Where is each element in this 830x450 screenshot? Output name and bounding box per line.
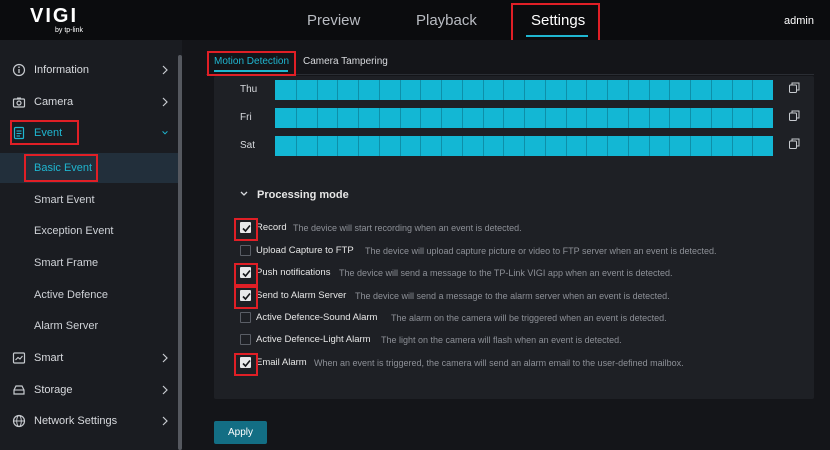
sidebar-item-label: Camera xyxy=(34,96,74,108)
sidebar-item-label: Storage xyxy=(34,384,73,396)
schedule-grid xyxy=(296,108,753,128)
sidebar-item-smart[interactable]: Smart xyxy=(0,343,178,373)
option-upload-capture-ftp[interactable]: Upload Capture to FTP The device will up… xyxy=(238,243,798,259)
sidebar-item-label: Information xyxy=(34,64,90,76)
light-alarm-checkbox[interactable] xyxy=(240,334,251,345)
chevron-right-icon xyxy=(162,385,168,395)
option-send-to-alarm-server[interactable]: Send to Alarm Server The device will sen… xyxy=(238,288,798,304)
checkmark-icon xyxy=(242,224,251,233)
option-push-notifications[interactable]: Push notifications The device will send … xyxy=(238,265,798,281)
sidebar-item-camera[interactable]: Camera xyxy=(0,87,178,117)
option-description: The alarm on the camera will be triggere… xyxy=(391,313,667,323)
sidebar-subitem-smart-event[interactable]: Smart Event xyxy=(0,185,178,215)
nav-playback[interactable]: Playback xyxy=(416,11,477,31)
camera-icon xyxy=(12,97,26,108)
tab-camera-tampering[interactable]: Camera Tampering xyxy=(303,56,388,68)
push-notifications-checkbox[interactable] xyxy=(240,267,251,278)
sidebar-item-label: Smart xyxy=(34,352,64,364)
checkmark-icon xyxy=(242,359,251,368)
sidebar-subitem-active-defence[interactable]: Active Defence xyxy=(0,280,178,310)
sidebar-subitem-label: Exception Event xyxy=(34,225,114,237)
sidebar-item-storage[interactable]: Storage xyxy=(0,375,178,405)
option-name: Push notifications xyxy=(256,267,331,278)
sidebar-item-label: Event xyxy=(34,127,63,139)
sidebar-subitem-label: Alarm Server xyxy=(34,320,99,332)
chevron-right-icon xyxy=(162,353,168,363)
option-description: The device will start recording when an … xyxy=(293,223,522,233)
option-email-alarm[interactable]: Email Alarm When an event is triggered, … xyxy=(238,355,798,371)
info-icon xyxy=(12,63,26,77)
sidebar-subitem-label: Smart Frame xyxy=(34,257,99,269)
tab-motion-detection[interactable]: Motion Detection xyxy=(214,56,289,68)
sidebar-subitem-label: Active Defence xyxy=(34,289,108,301)
sidebar-subitem-smart-frame[interactable]: Smart Frame xyxy=(0,248,178,278)
sidebar-scrollbar[interactable] xyxy=(178,55,182,450)
day-label-sat: Sat xyxy=(240,140,256,151)
globe-icon xyxy=(12,414,26,428)
option-name: Active Defence-Sound Alarm xyxy=(256,312,378,323)
schedule-bar-fri[interactable] xyxy=(275,108,773,128)
schedule-grid xyxy=(296,80,753,100)
option-name: Email Alarm xyxy=(256,357,307,368)
option-name: Upload Capture to FTP xyxy=(256,245,354,256)
sidebar-subitem-basic-event[interactable]: Basic Event xyxy=(0,153,178,183)
option-name: Active Defence-Light Alarm xyxy=(256,334,371,345)
sidebar-item-event[interactable]: Event xyxy=(0,118,178,148)
sidebar-item-information[interactable]: Information xyxy=(0,55,178,85)
day-label-fri: Fri xyxy=(240,112,252,123)
logo-text: VIGI xyxy=(30,5,79,27)
option-description: When an event is triggered, the camera w… xyxy=(314,358,684,368)
top-bar: VIGI by tp-link Preview Playback Setting… xyxy=(0,0,830,40)
sidebar-subitem-alarm-server[interactable]: Alarm Server xyxy=(0,311,178,341)
email-alarm-checkbox[interactable] xyxy=(240,357,251,368)
sidebar-subitem-exception-event[interactable]: Exception Event xyxy=(0,216,178,246)
alarm-server-checkbox[interactable] xyxy=(240,290,251,301)
option-description: The device will send a message to the al… xyxy=(355,291,670,301)
section-title-processing-mode: Processing mode xyxy=(257,189,349,201)
chevron-right-icon xyxy=(162,65,168,75)
checkmark-icon xyxy=(242,292,251,301)
event-icon xyxy=(13,126,25,140)
sidebar-subitem-label: Smart Event xyxy=(34,194,95,206)
nav-settings[interactable]: Settings xyxy=(531,11,585,31)
sound-alarm-checkbox[interactable] xyxy=(240,312,251,323)
copy-icon[interactable] xyxy=(789,110,800,121)
schedule-bar-thu[interactable] xyxy=(275,80,773,100)
nav-preview[interactable]: Preview xyxy=(307,11,360,31)
apply-button[interactable]: Apply xyxy=(214,421,267,444)
user-menu[interactable]: admin xyxy=(784,14,814,28)
checkmark-icon xyxy=(242,269,251,278)
chevron-right-icon xyxy=(162,416,168,426)
record-checkbox[interactable] xyxy=(240,222,251,233)
copy-icon[interactable] xyxy=(789,82,800,93)
option-description: The device will send a message to the TP… xyxy=(339,268,673,278)
option-description: The device will upload capture picture o… xyxy=(365,246,717,256)
chevron-down-icon xyxy=(162,131,168,135)
smart-icon xyxy=(12,352,26,364)
logo-subtext: by tp-link xyxy=(55,27,84,34)
day-label-thu: Thu xyxy=(240,84,258,95)
schedule-bar-sat[interactable] xyxy=(275,136,773,156)
option-light-alarm[interactable]: Active Defence-Light Alarm The light on … xyxy=(238,332,798,348)
nav-active-indicator xyxy=(526,35,588,37)
sidebar-subitem-label: Basic Event xyxy=(34,162,93,174)
tab-active-indicator xyxy=(214,70,288,72)
tabs-divider xyxy=(206,74,814,75)
option-name: Record xyxy=(256,222,287,233)
storage-icon xyxy=(13,385,25,395)
option-sound-alarm[interactable]: Active Defence-Sound Alarm The alarm on … xyxy=(238,310,798,326)
copy-icon[interactable] xyxy=(789,138,800,149)
sidebar-item-label: Network Settings xyxy=(34,415,118,427)
schedule-grid xyxy=(296,136,753,156)
vigi-logo[interactable]: VIGI by tp-link xyxy=(30,6,100,36)
option-name: Send to Alarm Server xyxy=(256,290,347,301)
sidebar-item-network-settings[interactable]: Network Settings xyxy=(0,406,178,436)
option-record[interactable]: Record The device will start recording w… xyxy=(238,220,798,236)
upload-ftp-checkbox[interactable] xyxy=(240,245,251,256)
chevron-right-icon xyxy=(162,97,168,107)
option-description: The light on the camera will flash when … xyxy=(381,335,622,345)
chevron-down-icon[interactable] xyxy=(239,190,249,198)
